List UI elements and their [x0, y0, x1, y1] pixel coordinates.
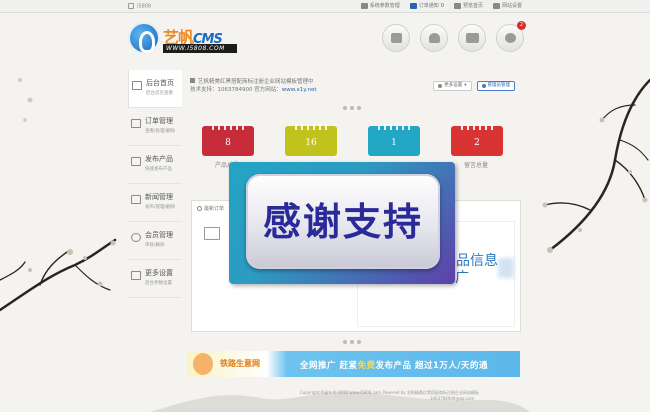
top-bar: i5808 系统参数管理 订单通知 0 预览首页 网站设置	[0, 0, 650, 13]
order-button[interactable]	[382, 24, 410, 52]
stat-card-products[interactable]: 8	[202, 124, 254, 156]
official-site-link[interactable]: www.x1y.net	[282, 87, 317, 93]
order-notice-link[interactable]: 订单通知 0	[409, 2, 444, 9]
truck-icon	[466, 33, 479, 43]
stat-label-messages: 留言总量	[464, 162, 489, 169]
document-icon	[360, 2, 368, 9]
edit-icon	[131, 157, 141, 166]
ink-branch-left-decoration	[0, 78, 117, 312]
settings-icon	[492, 2, 500, 9]
speaker-icon	[190, 78, 195, 83]
message-badge: 2	[517, 21, 526, 30]
message-button[interactable]: 2	[496, 21, 526, 52]
sidebar-item-members[interactable]: 会员管理 审核/删除	[128, 222, 182, 260]
admin-icon	[481, 84, 486, 88]
stat-card-messages[interactable]: 2	[451, 124, 503, 156]
logo-url: WWW.I5808.COM	[163, 44, 237, 53]
sidebar-item-more-settings[interactable]: 更多设置 后台参数设置	[128, 260, 182, 298]
member-button[interactable]	[420, 24, 448, 52]
user-icon	[128, 3, 134, 9]
chat-icon	[505, 33, 516, 43]
header-icon-buttons: 2	[382, 21, 526, 52]
logistics-button[interactable]	[458, 24, 486, 52]
order-icon	[391, 33, 402, 43]
thanks-text: 感谢支持	[262, 200, 423, 244]
section-divider-dots	[343, 106, 361, 110]
thanks-button-face: 感谢支持	[246, 174, 440, 269]
eye-icon	[453, 2, 461, 9]
admin-manage-button[interactable]: 管理员管理	[476, 81, 515, 91]
clock-icon	[197, 206, 202, 211]
thanks-overlay[interactable]: 感谢支持	[229, 162, 455, 284]
panel-header: 最新订单	[197, 205, 224, 212]
chart-icon	[131, 271, 141, 280]
sidebar-item-home[interactable]: 后台首页 后台首页查看	[128, 70, 182, 108]
gear-icon	[438, 84, 443, 88]
member-icon	[429, 33, 440, 43]
site-logo[interactable]: 艺帆CMS WWW.I5808.COM	[128, 22, 238, 58]
site-settings-link[interactable]: 网站设置	[492, 2, 522, 9]
mascot-icon	[193, 353, 213, 375]
cart-icon	[409, 2, 417, 9]
current-user: i5808	[128, 3, 151, 10]
stat-card-members[interactable]: 1	[368, 124, 420, 156]
top-links: 系统参数管理 订单通知 0 预览首页 网站设置	[360, 2, 522, 9]
notice-buttons: 更多设置 ▾ 管理员管理	[433, 81, 515, 91]
newspaper-icon	[131, 195, 141, 204]
stat-card-orders[interactable]: 16	[285, 124, 337, 156]
ad-banner[interactable]: 铁路生意网 全网推广 赶紧免费发布产品 超过1万人/天的通	[187, 351, 520, 377]
logo-emblem-icon	[128, 22, 160, 54]
preview-home-link[interactable]: 预览首页	[453, 2, 483, 9]
section-divider-dots-bottom	[343, 340, 361, 344]
users-icon	[131, 233, 141, 242]
sidebar-item-news[interactable]: 新闻管理 发布/管理/删除	[128, 184, 182, 222]
banner-site-name: 铁路生意网	[220, 359, 260, 368]
footer: Copyright Right © 2012 www.i5808.com Pow…	[300, 390, 479, 401]
cart-icon	[204, 227, 220, 240]
system-notice: 艺帆精美红黑搭配商标注册企业网站模板管理中 技术支持：1063784900 官方…	[190, 78, 317, 93]
system-settings-link[interactable]: 系统参数管理	[360, 2, 400, 9]
more-settings-button[interactable]: 更多设置 ▾	[433, 81, 472, 91]
sidebar: 后台首页 后台首页查看 订单管理 查看/处理/删除 发布产品 快速发布产品 新闻管理发…	[128, 70, 182, 298]
chevron-down-icon: ▾	[464, 83, 467, 88]
mail-icon	[131, 119, 141, 128]
ink-branch-right-decoration	[542, 78, 650, 253]
sidebar-item-orders[interactable]: 订单管理 查看/处理/删除	[128, 108, 182, 146]
sidebar-item-publish-product[interactable]: 发布产品 快速发布产品	[128, 146, 182, 184]
stat-cards: 8 16 1 2	[202, 124, 503, 156]
banner-slogan: 全网推广 赶紧免费发布产品 超过1万人/天的通	[300, 361, 488, 371]
home-icon	[132, 81, 142, 90]
